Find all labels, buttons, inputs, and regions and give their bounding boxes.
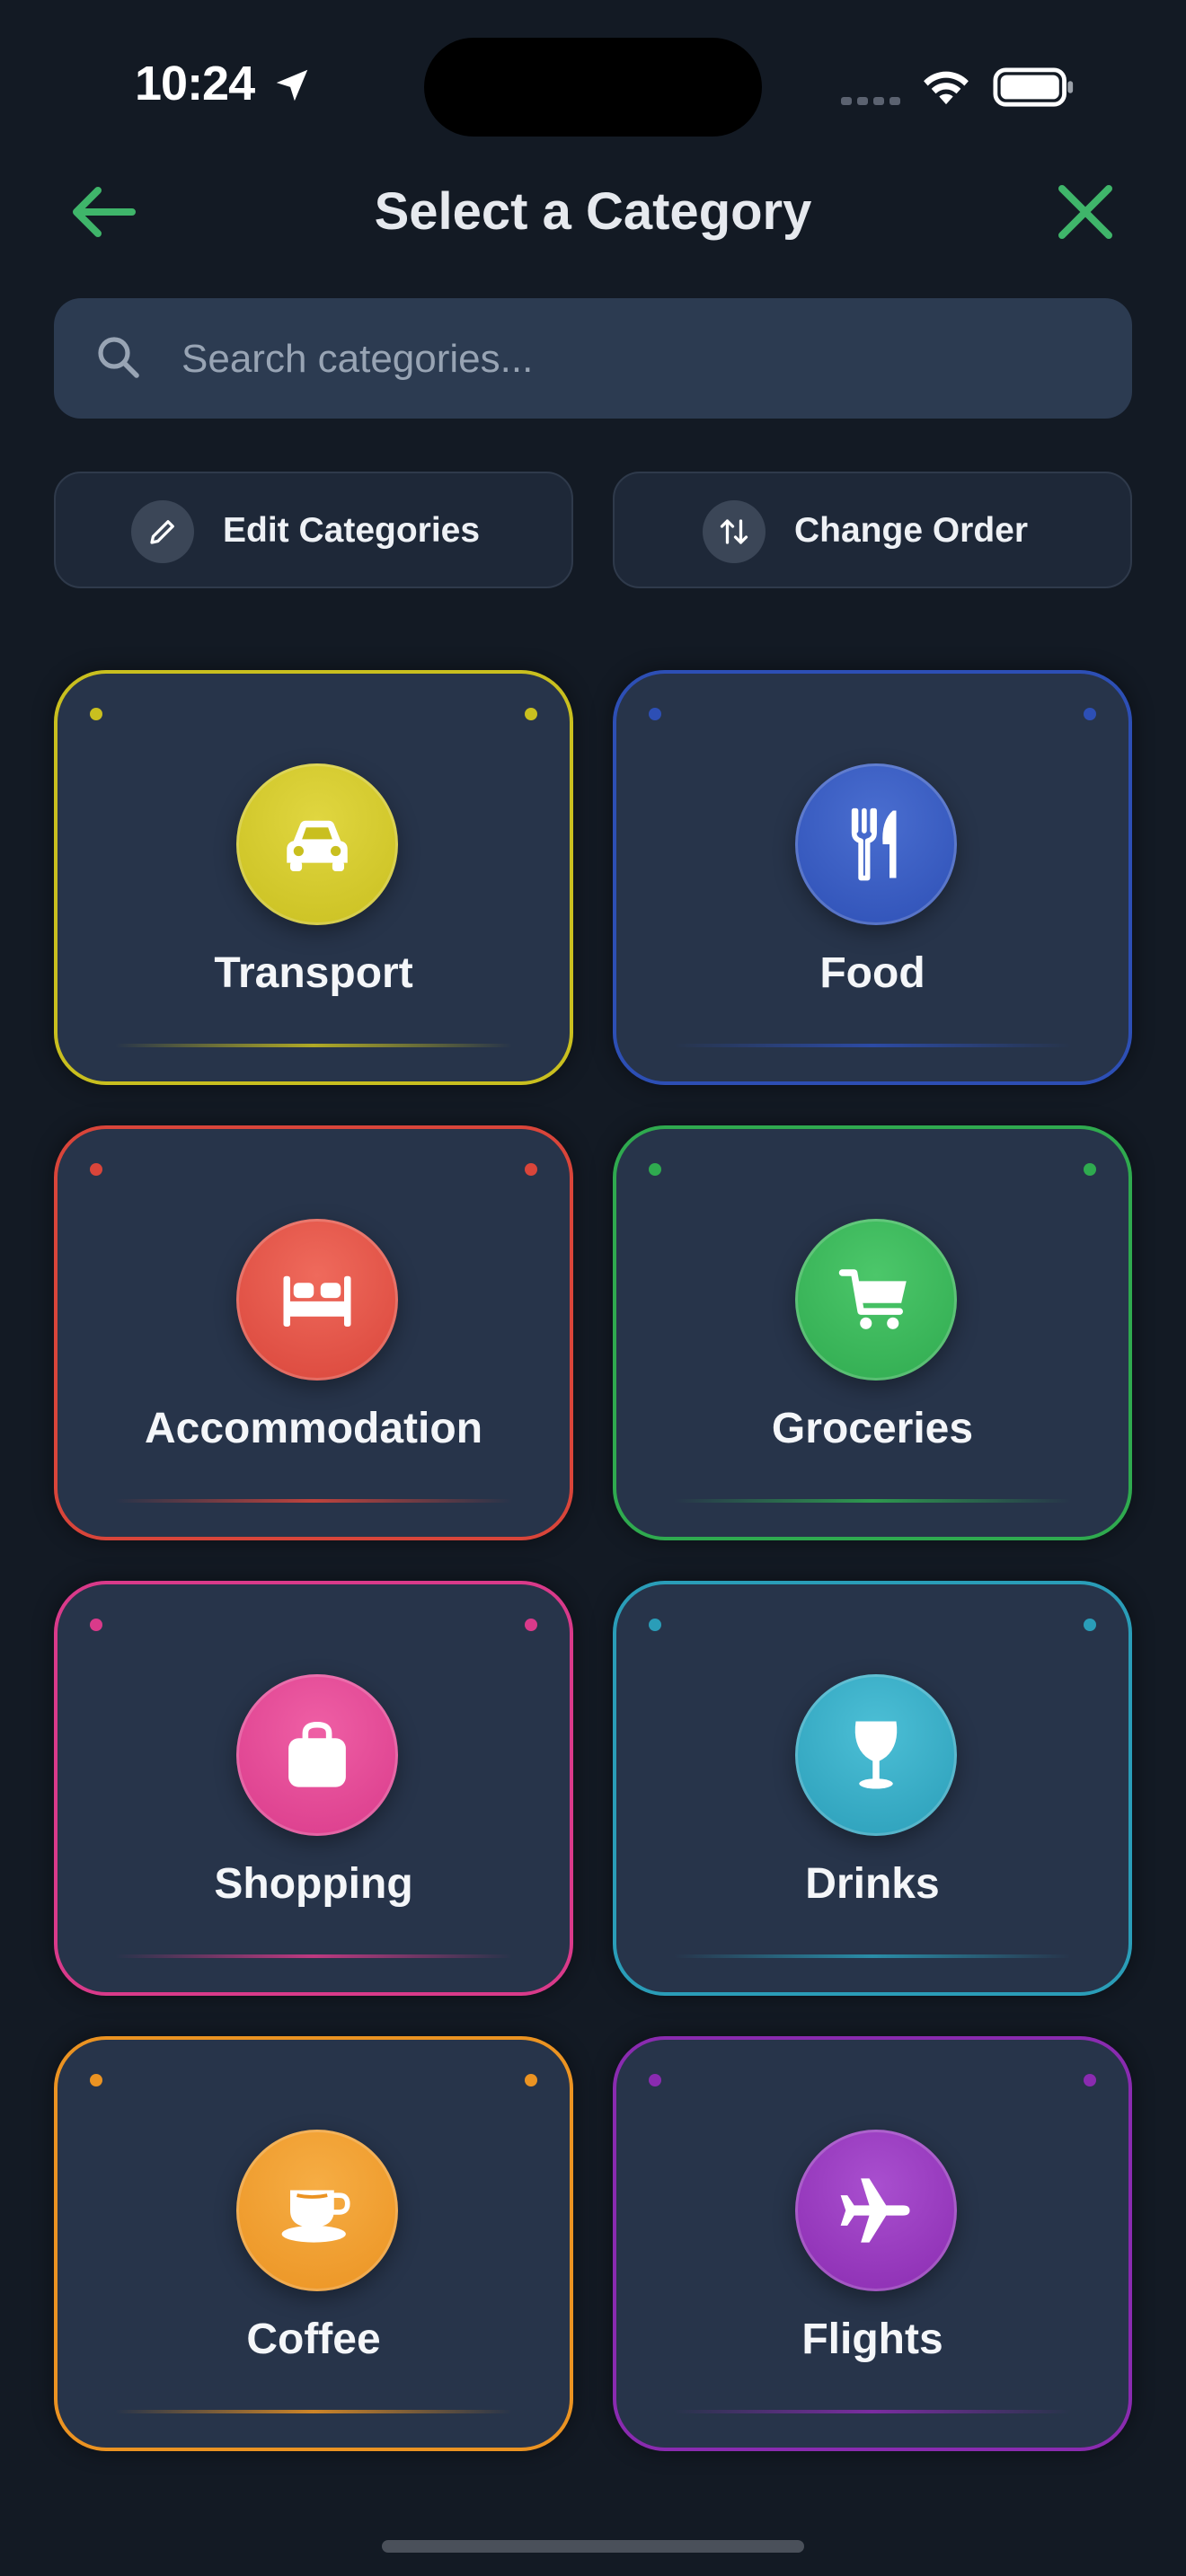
pencil-icon xyxy=(131,500,194,563)
card-underline xyxy=(674,1954,1071,1958)
car-icon xyxy=(236,763,398,925)
airplane-icon xyxy=(795,2130,957,2291)
category-card-accommodation[interactable]: Accommodation xyxy=(54,1125,573,1540)
card-dot xyxy=(525,708,537,720)
card-underline xyxy=(115,2410,512,2413)
category-card-groceries[interactable]: Groceries xyxy=(613,1125,1132,1540)
utensils-icon xyxy=(795,763,957,925)
card-dot xyxy=(1084,708,1096,720)
card-dot xyxy=(90,708,102,720)
search-input[interactable] xyxy=(180,323,1082,395)
card-dot xyxy=(649,1619,661,1631)
category-label: Transport xyxy=(214,949,413,997)
card-underline xyxy=(115,1044,512,1047)
location-arrow-icon xyxy=(276,69,308,101)
category-card-coffee[interactable]: Coffee xyxy=(54,2036,573,2451)
battery-icon xyxy=(993,67,1074,107)
card-underline xyxy=(115,1954,512,1958)
category-card-drinks[interactable]: Drinks xyxy=(613,1581,1132,1996)
shopping-cart-icon xyxy=(795,1219,957,1381)
close-icon[interactable] xyxy=(1055,181,1116,243)
category-card-food[interactable]: Food xyxy=(613,670,1132,1085)
status-bar: 10:24 xyxy=(0,0,1186,171)
card-dot xyxy=(90,2074,102,2086)
category-label: Groceries xyxy=(771,1405,974,1452)
card-dot xyxy=(649,1163,661,1176)
card-dot xyxy=(525,2074,537,2086)
bed-icon xyxy=(236,1219,398,1381)
shopping-bag-icon xyxy=(236,1674,398,1836)
card-dot xyxy=(1084,1163,1096,1176)
category-card-transport[interactable]: Transport xyxy=(54,670,573,1085)
page-title: Select a Category xyxy=(374,182,812,241)
status-time: 10:24 xyxy=(135,57,255,110)
edit-categories-button[interactable]: Edit Categories xyxy=(54,472,573,588)
wine-glass-icon xyxy=(795,1674,957,1836)
change-order-label: Change Order xyxy=(794,511,1029,550)
category-label: Flights xyxy=(801,2316,943,2363)
sort-arrows-icon xyxy=(703,500,766,563)
category-label: Drinks xyxy=(805,1860,940,1908)
card-dot xyxy=(90,1619,102,1631)
card-underline xyxy=(674,2410,1071,2413)
coffee-cup-icon xyxy=(236,2130,398,2291)
dynamic-island xyxy=(424,38,762,137)
wifi-icon xyxy=(924,71,969,105)
card-underline xyxy=(674,1499,1071,1503)
card-underline xyxy=(674,1044,1071,1047)
card-dot xyxy=(90,1163,102,1176)
change-order-button[interactable]: Change Order xyxy=(613,472,1132,588)
card-dot xyxy=(525,1163,537,1176)
card-dot xyxy=(649,708,661,720)
category-card-flights[interactable]: Flights xyxy=(613,2036,1132,2451)
category-label: Coffee xyxy=(246,2316,381,2363)
category-label: Food xyxy=(819,949,925,997)
card-dot xyxy=(1084,1619,1096,1631)
category-label: Accommodation xyxy=(144,1405,483,1452)
edit-categories-label: Edit Categories xyxy=(223,511,481,550)
cellular-signal-icon xyxy=(841,93,906,110)
card-underline xyxy=(115,1499,512,1503)
card-dot xyxy=(525,1619,537,1631)
category-label: Shopping xyxy=(214,1860,413,1908)
card-dot xyxy=(649,2074,661,2086)
home-indicator[interactable] xyxy=(382,2540,804,2553)
search-icon xyxy=(98,337,139,378)
category-card-shopping[interactable]: Shopping xyxy=(54,1581,573,1996)
card-dot xyxy=(1084,2074,1096,2086)
